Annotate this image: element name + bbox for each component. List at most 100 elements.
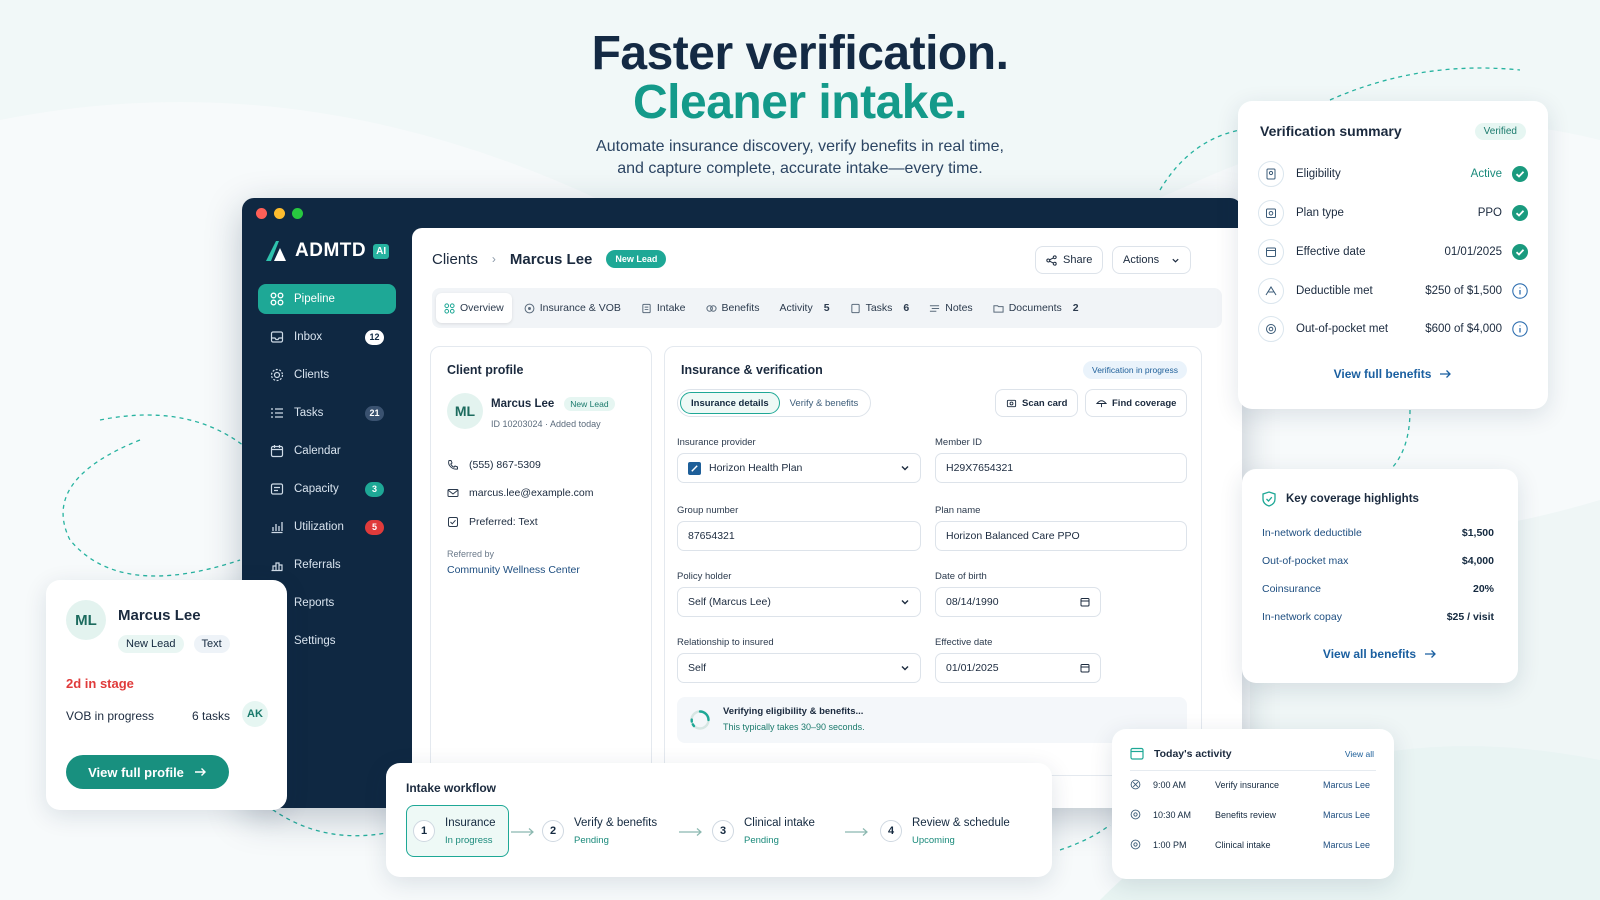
activity-row[interactable]: 1:00 PM Clinical intake Marcus Lee [1130,839,1370,850]
logo-mark-icon [266,241,286,261]
email-row[interactable]: marcus.lee@example.com [447,487,593,499]
dob-field[interactable]: 08/14/1990 [935,587,1101,617]
chevron-down-icon [901,466,909,471]
brand-badge: AI [373,243,390,259]
verify-benefits-tab[interactable]: Verify & benefits [780,392,869,414]
view-full-profile-button[interactable]: View full profile [66,755,229,789]
actions-button[interactable]: Actions [1112,246,1192,274]
status-badge: New Lead [606,250,667,268]
step-title: Verify & benefits [574,816,658,829]
step-title: Insurance [445,816,496,829]
tab-tasks[interactable]: Tasks 6 [842,293,918,323]
sidebar-item-inbox[interactable]: Inbox 12 [258,322,396,352]
info-icon[interactable] [1512,321,1528,337]
arrow-right-icon [845,828,868,836]
provider-select[interactable]: Horizon Health Plan [677,453,921,483]
breadcrumb: Clients › Marcus Lee New Lead [432,250,667,268]
preferred-contact-row: Preferred: Text [447,516,538,528]
maximize-dot[interactable] [292,208,303,219]
view-all-link[interactable]: View all [1345,749,1374,759]
verifying-banner: Verifying eligibility & benefits... This… [677,697,1187,743]
insurance-details-tab[interactable]: Insurance details [680,392,780,414]
info-icon[interactable] [1512,283,1528,299]
group-number-label: Group number [677,505,739,516]
tab-benefits[interactable]: Benefits [698,293,768,323]
minimize-dot[interactable] [274,208,285,219]
sidebar-item-pipeline[interactable]: Pipeline [258,284,396,314]
calendar-icon[interactable] [1080,597,1090,607]
chevron-down-icon [1172,258,1179,263]
out-of-pocket-icon [1258,316,1284,342]
tab-count: 5 [823,302,830,314]
workflow-step-review[interactable]: 4 Review & schedule Upcoming [880,805,1010,857]
step-title: Review & schedule [912,816,1010,829]
activity-person: Marcus Lee [1322,779,1370,790]
activity-row[interactable]: 10:30 AM Benefits review Marcus Lee [1130,809,1370,820]
client-name: Marcus Lee [491,398,555,410]
email-value: marcus.lee@example.com [469,487,594,499]
relationship-label: Relationship to insured [677,637,774,648]
phone-row[interactable]: (555) 867-5309 [447,459,541,471]
group-number-field[interactable]: 87654321 [677,521,921,551]
tab-overview[interactable]: Overview [436,293,512,323]
referred-label: Referred by [447,549,495,559]
share-label: Share [1063,254,1093,266]
brand-logo[interactable]: ADMTD AI [264,240,390,262]
tab-intake[interactable]: Intake [633,293,694,323]
referred-value[interactable]: Community Wellness Center [447,564,580,576]
activity-task: Verify insurance [1215,779,1280,790]
divider [1130,770,1376,771]
workflow-step-clinical[interactable]: 3 Clinical intake Pending [712,805,815,857]
view-full-benefits-link[interactable]: View full benefits [1238,367,1548,381]
scan-card-button[interactable]: Scan card [995,389,1079,417]
coverage-value: $25 / visit [1446,611,1494,623]
sidebar-item-label: Capacity [294,483,339,495]
find-coverage-button[interactable]: Find coverage [1085,389,1188,417]
sidebar-item-utilization[interactable]: Utilization 5 [258,512,396,542]
sidebar-item-tasks[interactable]: Tasks 21 [258,398,396,428]
member-id-field[interactable]: H29X7654321 [935,453,1187,483]
plan-name-field[interactable]: Horizon Balanced Care PPO [935,521,1187,551]
tab-count: 6 [903,302,910,314]
workflow-step-insurance[interactable]: 1 Insurance In progress [406,805,509,857]
workflow-step-verify[interactable]: 2 Verify & benefits Pending [542,805,657,857]
client-status-badge: New Lead [564,397,615,411]
sidebar-item-capacity[interactable]: Capacity 3 [258,474,396,504]
avatar: ML [66,600,106,640]
calendar-icon [1130,747,1144,760]
activity-row[interactable]: 9:00 AM Verify insurance Marcus Lee [1130,779,1370,790]
card-title: Today's activity [1154,747,1232,760]
verified-badge: Verified [1474,123,1526,140]
hero-title-line1: Faster verification. [591,27,1009,80]
coverage-value: $4,000 [1461,555,1494,567]
tasks-icon [271,408,283,418]
sidebar-item-clients[interactable]: Clients [258,360,396,390]
stage-duration: 2d in stage [66,676,134,691]
tab-label: Insurance & VOB [539,302,621,314]
notes-icon [930,304,940,312]
policy-holder-select[interactable]: Self (Marcus Lee) [677,587,921,617]
effective-date-field[interactable]: 01/01/2025 [935,653,1101,683]
row-label: Effective date [1296,246,1366,258]
tab-activity[interactable]: Activity 5 [771,293,837,323]
calendar-icon[interactable] [1080,663,1090,673]
coverage-label: In-network deductible [1262,527,1362,539]
spinner-icon [690,710,710,730]
sidebar-item-calendar[interactable]: Calendar [258,436,396,466]
step-status: In progress [445,834,493,846]
coverage-row: Out-of-pocket max $4,000 [1262,555,1494,567]
capacity-icon [270,483,284,495]
plan-name-value: Horizon Balanced Care PPO [946,530,1080,542]
utilization-icon [271,522,283,534]
tab-insurance-vob[interactable]: Insurance & VOB [516,293,629,323]
relationship-select[interactable]: Self [677,653,921,683]
activity-time: 10:30 AM [1153,809,1192,820]
view-all-benefits-link[interactable]: View all benefits [1242,647,1518,661]
coverage-row: Coinsurance 20% [1262,583,1494,595]
close-dot[interactable] [256,208,267,219]
breadcrumb-clients-link[interactable]: Clients [432,251,478,268]
tab-notes[interactable]: Notes [921,293,980,323]
sidebar-item-referrals[interactable]: Referrals [258,550,396,580]
share-button[interactable]: Share [1035,246,1104,274]
tab-documents[interactable]: Documents 2 [985,293,1087,323]
